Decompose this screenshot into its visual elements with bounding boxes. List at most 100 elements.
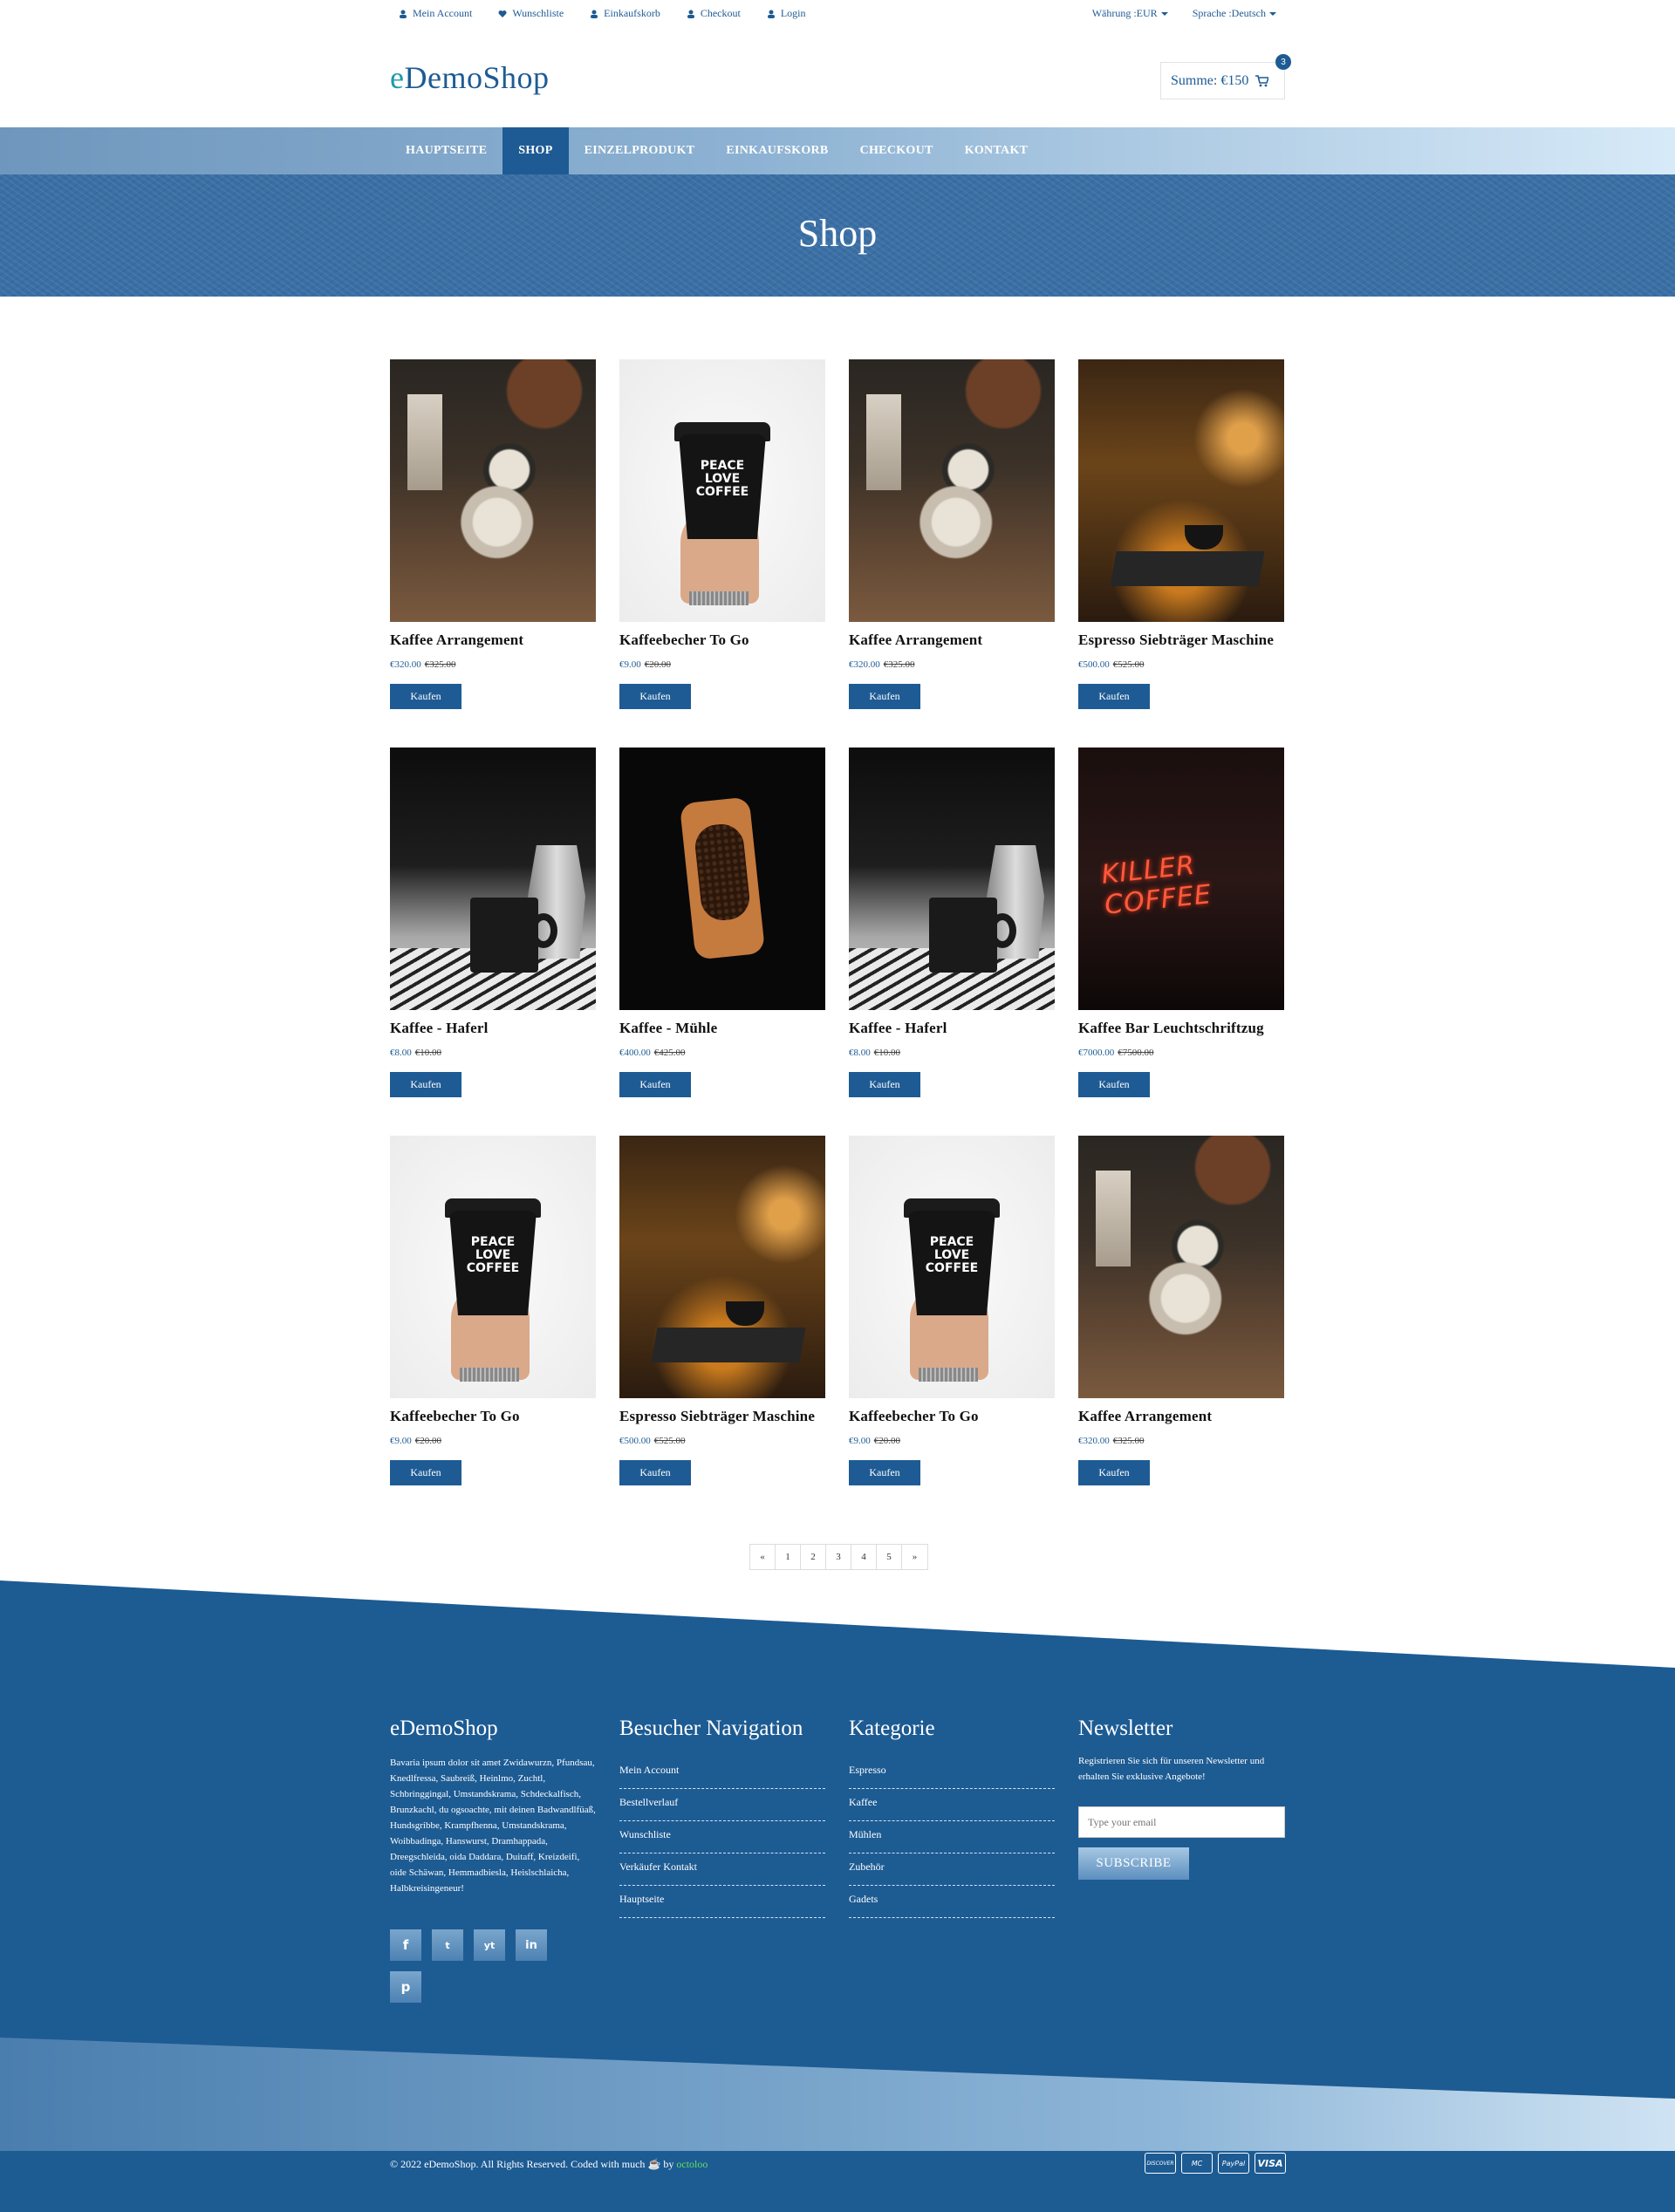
buy-button[interactable]: Kaufen bbox=[619, 684, 691, 709]
page-next[interactable]: » bbox=[902, 1545, 927, 1569]
footer-cat-title: Kategorie bbox=[849, 1717, 935, 1740]
nav-item-home[interactable]: HAUPTSEITE bbox=[390, 127, 502, 174]
buy-button[interactable]: Kaufen bbox=[390, 1460, 461, 1485]
product-name[interactable]: Kaffeebecher To Go bbox=[619, 632, 749, 649]
site-logo[interactable]: eDemoShop bbox=[390, 59, 549, 96]
product-image[interactable]: KILLER COFFEE bbox=[1078, 748, 1284, 1010]
top-link-label: Checkout bbox=[700, 7, 741, 19]
cart-count-badge: 3 bbox=[1275, 54, 1291, 70]
product-name[interactable]: Kaffeebecher To Go bbox=[390, 1408, 520, 1425]
product-image[interactable] bbox=[1078, 1136, 1284, 1398]
category-gadgets[interactable]: Gadets bbox=[849, 1886, 1055, 1918]
nav-item-checkout[interactable]: CHECKOUT bbox=[844, 127, 949, 174]
nav-item-product[interactable]: EINZELPRODUKT bbox=[569, 127, 711, 174]
page-1[interactable]: 1 bbox=[776, 1545, 801, 1569]
product-image[interactable] bbox=[849, 359, 1055, 622]
current-price: €8.00 bbox=[390, 1048, 412, 1058]
buy-button[interactable]: Kaufen bbox=[1078, 1072, 1150, 1097]
product-image[interactable] bbox=[390, 748, 596, 1010]
nav-item-contact[interactable]: KONTAKT bbox=[949, 127, 1044, 174]
buy-button[interactable]: Kaufen bbox=[849, 1460, 920, 1485]
footer-link-home[interactable]: Hauptseite bbox=[619, 1886, 825, 1918]
pinterest-icon[interactable]: p bbox=[390, 1971, 421, 2003]
newsletter-email-input[interactable] bbox=[1078, 1806, 1285, 1838]
product-name[interactable]: Kaffee Arrangement bbox=[390, 632, 523, 649]
category-accessories[interactable]: Zubehör bbox=[849, 1854, 1055, 1886]
product-image[interactable]: PEACE LOVE COFFEE bbox=[390, 1136, 596, 1398]
category-coffee[interactable]: Kaffee bbox=[849, 1789, 1055, 1821]
buy-button[interactable]: Kaufen bbox=[849, 1072, 920, 1097]
product-image[interactable] bbox=[619, 1136, 825, 1398]
category-espresso[interactable]: Espresso bbox=[849, 1757, 1055, 1789]
product-card: PEACE LOVE COFFEE Kaffeebecher To Go €9.00 €2… bbox=[619, 359, 825, 709]
buy-button[interactable]: Kaufen bbox=[849, 684, 920, 709]
youtube-icon[interactable]: yt bbox=[474, 1929, 505, 1961]
facebook-icon[interactable]: f bbox=[390, 1929, 421, 1961]
product-name[interactable]: Kaffee Bar Leuchtschriftzug bbox=[1078, 1020, 1264, 1037]
product-card: Kaffee - Mühle €400.00 €425.00 Kaufen bbox=[619, 748, 825, 1097]
language-dropdown[interactable]: Sprache :Deutsch bbox=[1193, 7, 1276, 20]
product-name[interactable]: Kaffee - Mühle bbox=[619, 1020, 717, 1037]
product-image[interactable]: PEACE LOVE COFFEE bbox=[849, 1136, 1055, 1398]
mastercard-icon: MC bbox=[1181, 2153, 1213, 2174]
product-card: PEACE LOVE COFFEE Kaffeebecher To Go €9.00 €2… bbox=[849, 1136, 1055, 1485]
product-name[interactable]: Kaffee - Haferl bbox=[390, 1020, 489, 1037]
paypal-icon: PayPal bbox=[1218, 2153, 1249, 2174]
footer-link-orders[interactable]: Bestellverlauf bbox=[619, 1789, 825, 1821]
product-price: €500.00 €525.00 bbox=[1078, 659, 1145, 670]
product-name[interactable]: Espresso Siebträger Maschine bbox=[619, 1408, 815, 1425]
currency-dropdown[interactable]: Währung :EUR bbox=[1092, 7, 1168, 20]
product-name[interactable]: Kaffee - Haferl bbox=[849, 1020, 947, 1037]
page-banner: Shop bbox=[0, 174, 1675, 297]
product-price: €9.00 €20.00 bbox=[619, 659, 671, 670]
author-link[interactable]: octoloo bbox=[676, 2158, 708, 2170]
footer-link-account[interactable]: Mein Account bbox=[619, 1757, 825, 1789]
page-2[interactable]: 2 bbox=[801, 1545, 826, 1569]
top-link-login[interactable]: Login bbox=[767, 7, 806, 20]
product-name[interactable]: Kaffee Arrangement bbox=[1078, 1408, 1212, 1425]
twitter-icon[interactable]: t bbox=[432, 1929, 463, 1961]
top-link-checkout[interactable]: Checkout bbox=[687, 7, 741, 20]
current-price: €9.00 bbox=[390, 1436, 412, 1446]
caret-down-icon bbox=[1269, 12, 1276, 17]
current-price: €400.00 bbox=[619, 1048, 651, 1058]
page-3[interactable]: 3 bbox=[826, 1545, 851, 1569]
product-name[interactable]: Kaffee Arrangement bbox=[849, 632, 982, 649]
buy-button[interactable]: Kaufen bbox=[1078, 684, 1150, 709]
footer-link-wishlist[interactable]: Wunschliste bbox=[619, 1821, 825, 1854]
product-name[interactable]: Espresso Siebträger Maschine bbox=[1078, 632, 1274, 649]
cart-summary-button[interactable]: Summe: €150 bbox=[1160, 62, 1285, 99]
page-prev[interactable]: « bbox=[750, 1545, 776, 1569]
top-link-wishlist[interactable]: Wunschliste bbox=[498, 7, 564, 20]
linkedin-icon[interactable]: in bbox=[516, 1929, 547, 1961]
page-5[interactable]: 5 bbox=[877, 1545, 902, 1569]
page-title: Shop bbox=[797, 212, 878, 255]
product-image[interactable] bbox=[619, 748, 825, 1010]
buy-button[interactable]: Kaufen bbox=[390, 684, 461, 709]
product-image[interactable] bbox=[849, 748, 1055, 1010]
buy-button[interactable]: Kaufen bbox=[1078, 1460, 1150, 1485]
product-card: Espresso Siebträger Maschine €500.00 €525.… bbox=[619, 1136, 825, 1485]
category-mills[interactable]: Mühlen bbox=[849, 1821, 1055, 1854]
top-link-account[interactable]: Mein Account bbox=[399, 7, 472, 20]
subscribe-button[interactable]: SUBSCRIBE bbox=[1078, 1847, 1189, 1880]
top-link-cart[interactable]: Einkaufskorb bbox=[590, 7, 660, 20]
footer-visitor-nav: Besucher Navigation Mein Account Bestell… bbox=[619, 1717, 825, 1918]
page-4[interactable]: 4 bbox=[851, 1545, 877, 1569]
footer-link-vendor[interactable]: Verkäufer Kontakt bbox=[619, 1854, 825, 1886]
nav-item-cart[interactable]: EINKAUFSKORB bbox=[710, 127, 844, 174]
old-price: €20.00 bbox=[414, 1436, 441, 1446]
nav-item-shop[interactable]: SHOP bbox=[502, 127, 569, 174]
buy-button[interactable]: Kaufen bbox=[619, 1460, 691, 1485]
buy-button[interactable]: Kaufen bbox=[619, 1072, 691, 1097]
footer-nav-title: Besucher Navigation bbox=[619, 1717, 803, 1740]
current-price: €500.00 bbox=[1078, 659, 1110, 670]
product-image[interactable]: PEACE LOVE COFFEE bbox=[619, 359, 825, 622]
buy-button[interactable]: Kaufen bbox=[390, 1072, 461, 1097]
caret-down-icon bbox=[1160, 12, 1168, 17]
product-name[interactable]: Kaffeebecher To Go bbox=[849, 1408, 979, 1425]
product-image[interactable] bbox=[390, 359, 596, 622]
product-price: €8.00 €10.00 bbox=[390, 1048, 441, 1058]
product-image[interactable] bbox=[1078, 359, 1284, 622]
footer-about-title: eDemoShop bbox=[390, 1717, 498, 1740]
